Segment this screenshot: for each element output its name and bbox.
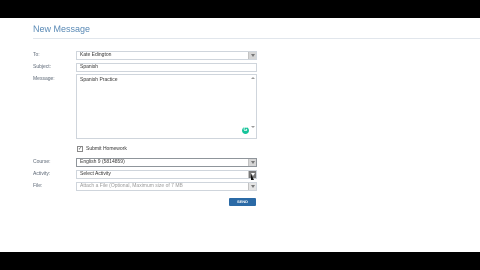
- message-value: Spanish Practice: [80, 77, 118, 83]
- message-textarea[interactable]: Spanish Practice G: [76, 74, 257, 139]
- submit-homework-label: Submit Homework: [86, 146, 127, 152]
- scroll-up-icon[interactable]: [251, 77, 255, 79]
- chevron-down-icon[interactable]: [248, 159, 256, 166]
- submit-homework-checkbox[interactable]: ✓: [77, 146, 83, 152]
- scroll-down-icon[interactable]: [251, 126, 255, 128]
- message-label: Message:: [33, 76, 55, 82]
- file-input[interactable]: Attach a File (Optional, Maximum size of…: [76, 182, 257, 191]
- mouse-cursor-icon: [251, 174, 254, 180]
- attach-icon[interactable]: [248, 183, 256, 190]
- subject-value: Spanish: [80, 64, 99, 70]
- subject-label: Subject:: [33, 64, 52, 70]
- title-divider: [33, 38, 480, 39]
- chevron-down-icon[interactable]: [248, 52, 256, 59]
- subject-input[interactable]: Spanish: [76, 63, 257, 72]
- course-value: English 9 (5814859): [80, 159, 125, 165]
- page-title: New Message: [33, 24, 91, 34]
- send-button[interactable]: SEND: [229, 198, 256, 206]
- activity-label: Activity:: [33, 171, 51, 177]
- grammarly-icon[interactable]: G: [242, 127, 249, 134]
- message-panel: New Message To: Kate Edington Subject: S…: [0, 18, 480, 252]
- to-select[interactable]: Kate Edington: [76, 51, 257, 60]
- course-label: Course:: [33, 159, 51, 165]
- to-label: To:: [33, 52, 40, 58]
- to-value: Kate Edington: [80, 52, 112, 58]
- activity-value: Select Activity: [80, 171, 111, 177]
- file-placeholder: Attach a File (Optional, Maximum size of…: [80, 183, 183, 189]
- activity-select[interactable]: Select Activity: [76, 170, 257, 179]
- file-label: File:: [33, 183, 43, 189]
- course-select[interactable]: English 9 (5814859): [76, 158, 257, 167]
